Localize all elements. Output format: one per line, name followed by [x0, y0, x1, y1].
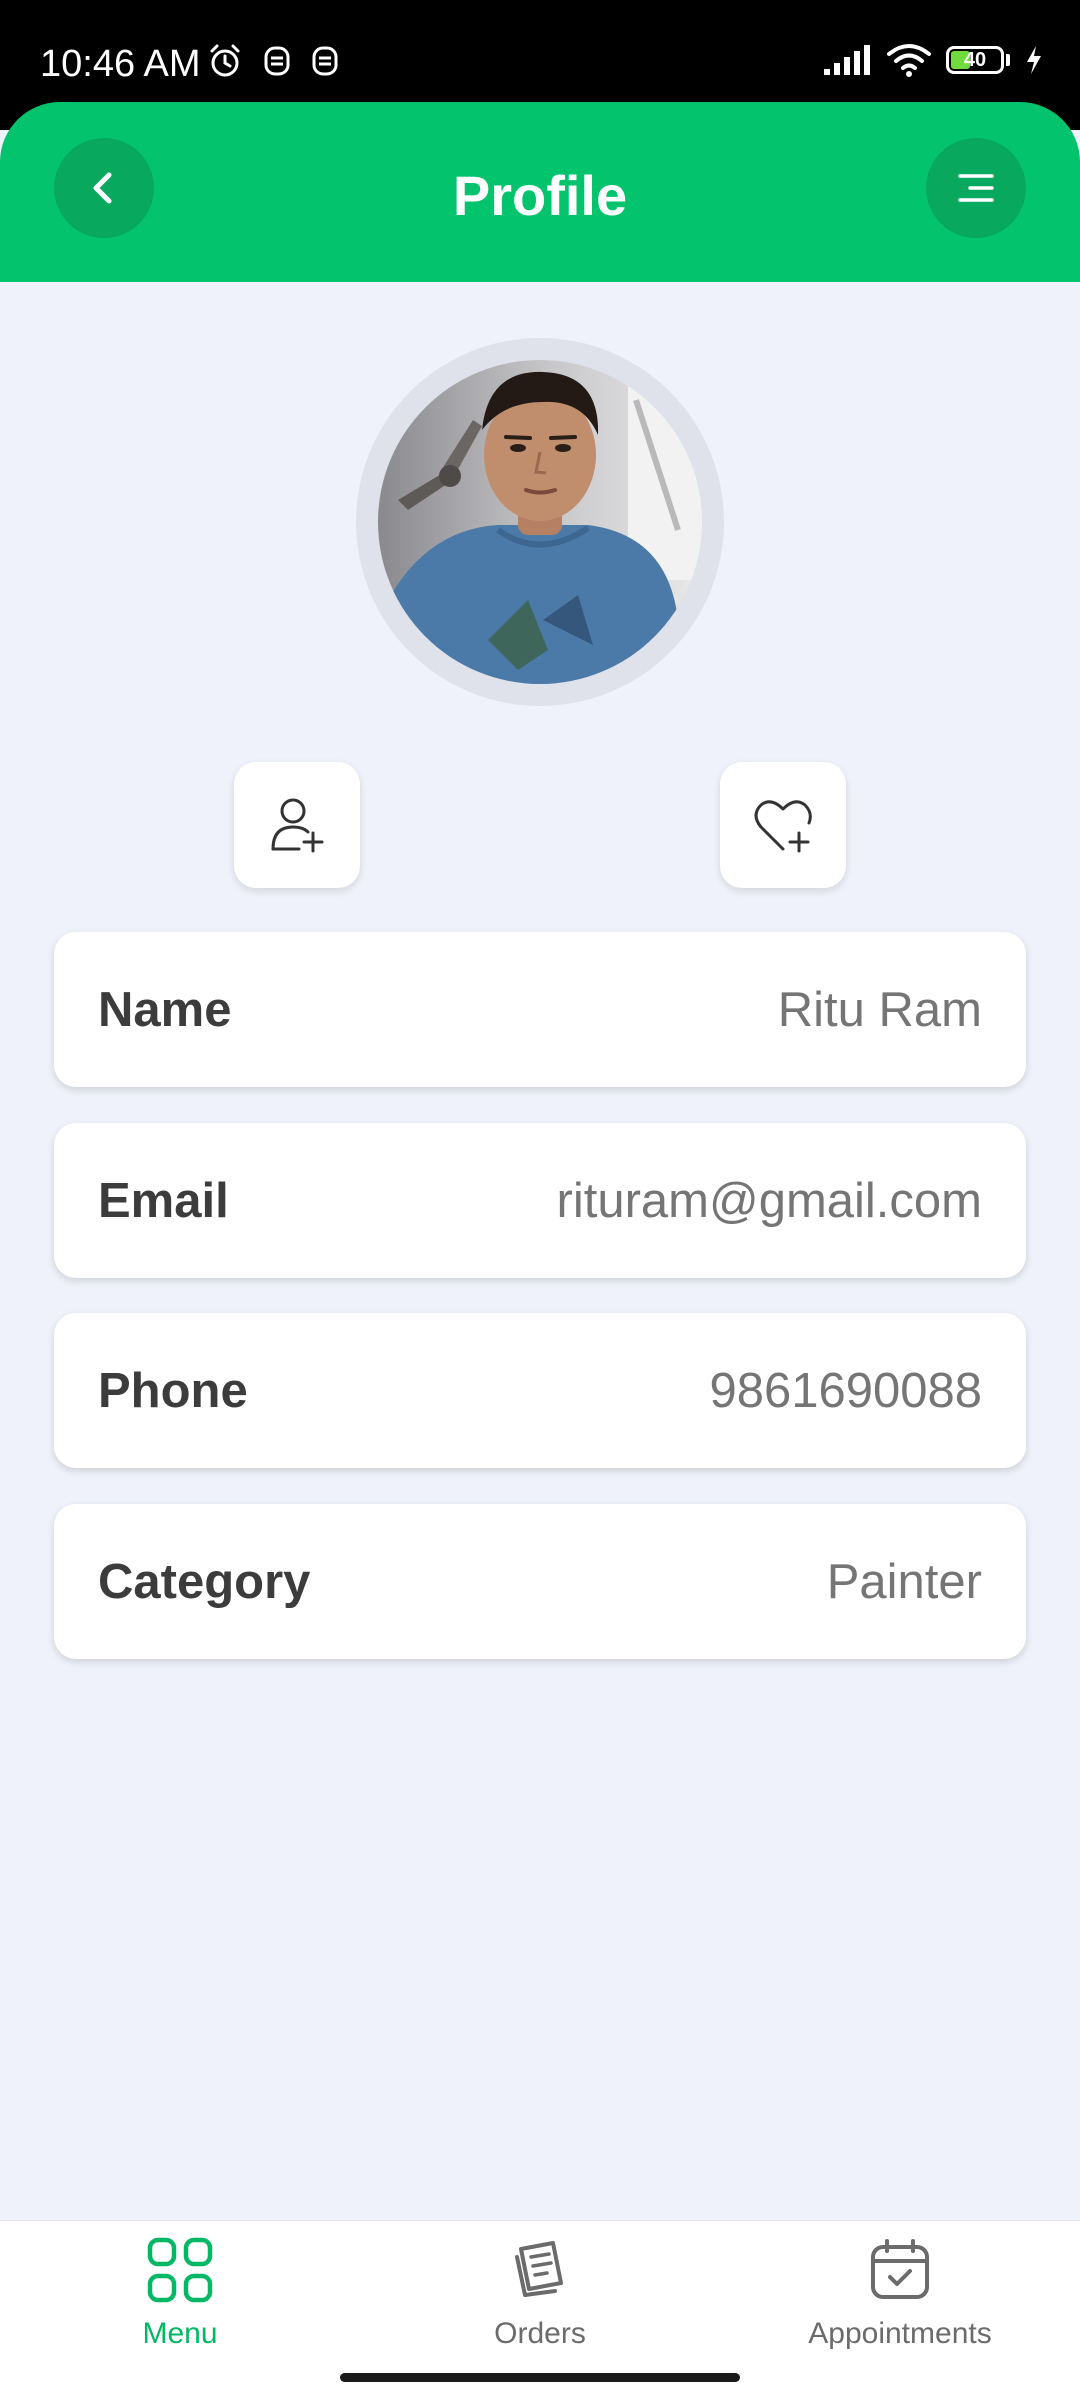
- status-system-icons: 40: [822, 42, 1044, 78]
- orders-icon: [515, 2241, 563, 2297]
- battery-level: 40: [963, 48, 987, 71]
- nav-item-menu[interactable]: Menu: [30, 2237, 330, 2351]
- profile-avatar[interactable]: [378, 360, 702, 684]
- heart-plus-icon: [754, 800, 812, 853]
- nav-label: Menu: [142, 2317, 218, 2350]
- home-indicator[interactable]: [340, 2373, 740, 2382]
- category-field-card: Category Painter: [54, 1504, 1026, 1659]
- notification-app-icon: [312, 46, 338, 76]
- nav-label: Appointments: [808, 2317, 992, 2350]
- charging-icon: [1027, 46, 1041, 74]
- field-value: 9861690088: [709, 1363, 982, 1418]
- field-label: Category: [98, 1554, 311, 1609]
- menu-button[interactable]: [926, 138, 1026, 238]
- phone-field-card: Phone 9861690088: [54, 1313, 1026, 1468]
- field-label: Phone: [98, 1363, 248, 1418]
- app-header: Profile: [0, 102, 1080, 282]
- name-field-card: Name Ritu Ram: [54, 932, 1026, 1087]
- profile-photo: [378, 360, 702, 684]
- nav-item-appointments[interactable]: Appointments: [750, 2237, 1050, 2351]
- status-time: 10:46 AM: [40, 43, 201, 85]
- nav-label: Orders: [494, 2317, 586, 2350]
- menu-lines-icon: [958, 174, 994, 202]
- status-notification-icons: [206, 42, 340, 80]
- nav-item-orders[interactable]: Orders: [390, 2237, 690, 2351]
- add-favorite-button[interactable]: [720, 762, 846, 888]
- calendar-icon: [871, 2239, 929, 2299]
- alarm-icon: [210, 44, 240, 77]
- avatar-ring: [356, 338, 724, 706]
- user-plus-icon: [271, 798, 324, 853]
- field-label: Name: [98, 982, 232, 1037]
- field-label: Email: [98, 1173, 229, 1228]
- notification-app-icon: [264, 46, 290, 76]
- grid-icon: [147, 2237, 213, 2303]
- email-field-card: Email rituram@gmail.com: [54, 1123, 1026, 1278]
- field-value: rituram@gmail.com: [556, 1173, 982, 1228]
- field-value: Ritu Ram: [777, 982, 982, 1037]
- field-value: Painter: [826, 1554, 982, 1609]
- signal-icon: [824, 45, 870, 75]
- wifi-icon: [887, 44, 931, 77]
- page-title: Profile: [452, 164, 628, 227]
- battery-tip: [1006, 54, 1010, 66]
- add-contact-button[interactable]: [234, 762, 360, 888]
- battery-indicator: 40: [946, 46, 1004, 74]
